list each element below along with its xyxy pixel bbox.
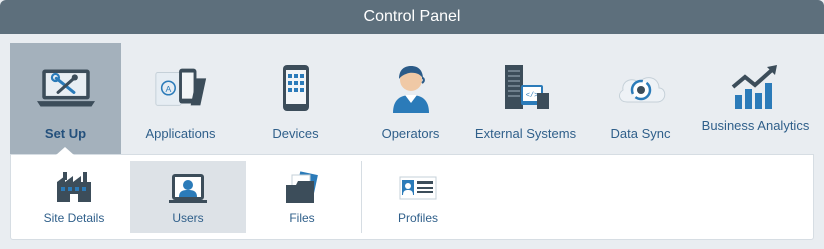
nav-item-label: Business Analytics	[701, 118, 810, 133]
mobile-device-icon	[267, 63, 325, 113]
external-systems-icon: </>	[497, 63, 555, 113]
nav-item-label: Operators	[381, 126, 440, 141]
nav-item-setup[interactable]: Set Up	[10, 43, 121, 154]
subnav-item-label: Users	[172, 211, 204, 225]
applications-icon: A	[152, 63, 210, 113]
window-title: Control Panel	[0, 0, 824, 34]
nav-item-label: Set Up	[44, 126, 87, 141]
nav-item-data-sync[interactable]: Data Sync	[585, 43, 696, 154]
svg-text:A: A	[165, 84, 171, 94]
nav-item-label: Applications	[145, 126, 216, 141]
nav-item-operators[interactable]: Operators	[355, 43, 466, 154]
data-sync-icon	[612, 63, 670, 113]
subnav-item-files[interactable]: Files	[244, 161, 360, 233]
subnav-item-site-details[interactable]: Site Details	[16, 161, 132, 233]
sub-nav: Site Details Users Files Profiles	[10, 154, 814, 240]
files-icon	[282, 171, 322, 205]
laptop-tools-icon	[36, 63, 95, 113]
nav-item-external-systems[interactable]: </> External Systems	[470, 43, 581, 154]
business-analytics-icon	[727, 63, 785, 113]
nav-item-label: External Systems	[474, 126, 577, 141]
profiles-icon	[398, 171, 438, 205]
subnav-item-label: Site Details	[43, 211, 105, 225]
users-icon	[168, 171, 208, 205]
main-nav: Set Up A Applications Devices Operators …	[10, 43, 814, 154]
active-pointer	[56, 147, 74, 155]
nav-item-devices[interactable]: Devices	[240, 43, 351, 154]
nav-item-business-analytics[interactable]: Business Analytics	[700, 43, 811, 154]
subnav-item-users[interactable]: Users	[130, 161, 246, 233]
subnav-item-profiles[interactable]: Profiles	[360, 161, 476, 233]
site-details-icon	[54, 171, 94, 205]
nav-item-label: Data Sync	[610, 126, 671, 141]
svg-text:</>: </>	[525, 92, 538, 100]
subnav-item-label: Profiles	[397, 211, 438, 225]
nav-item-label: Devices	[272, 126, 319, 141]
operator-icon	[382, 63, 440, 113]
nav-item-applications[interactable]: A Applications	[125, 43, 236, 154]
subnav-item-label: Files	[289, 211, 315, 225]
